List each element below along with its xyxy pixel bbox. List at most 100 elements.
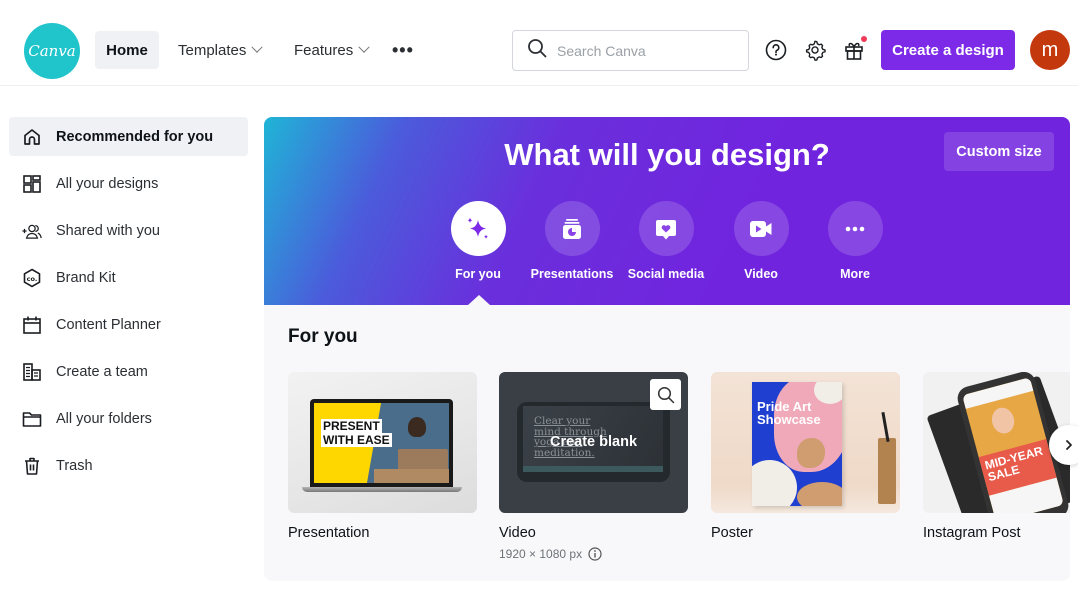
more-dots-icon: ••• [392,39,414,60]
home-icon [22,127,42,147]
card-label: Poster [711,525,753,541]
sidebar: Recommended for you All your designs Sha… [9,117,248,493]
svg-text:co.: co. [27,274,38,282]
section-title: For you [288,326,358,347]
thumb-text: Clear your [534,415,591,427]
category-circle [450,201,506,256]
create-design-button[interactable]: Create a design [881,30,1015,70]
search-icon [657,386,674,403]
design-card-presentation[interactable]: PRESENT WITH EASE Presentation [288,372,477,541]
category-label: Social media [627,267,705,281]
info-icon[interactable] [588,547,602,561]
folder-icon [22,409,42,429]
team-building-icon [22,362,42,382]
sidebar-item-label: Trash [56,457,93,474]
chevron-down-icon [358,41,370,53]
chevron-down-icon [251,41,264,53]
category-label: Presentations [530,267,614,281]
poster-thumbnail: Pride Art Showcase [711,372,900,513]
category-circle [544,201,600,256]
nav-features[interactable]: Features [294,31,370,69]
nav-home[interactable]: Home [95,31,159,69]
sidebar-item-folders[interactable]: All your folders [9,399,248,438]
active-tab-caret [468,295,490,305]
sidebar-item-all-designs[interactable]: All your designs [9,164,248,203]
calendar-icon [22,315,42,335]
presentation-thumbnail: PRESENT WITH EASE [288,372,477,513]
canva-logo[interactable]: Canva [24,23,80,79]
shared-people-icon [22,221,42,241]
category-video[interactable]: Video [716,201,806,281]
sidebar-item-label: All your folders [56,410,152,427]
search-input[interactable] [557,42,727,59]
category-label: Video [744,267,778,281]
nav-features-label: Features [294,41,354,59]
sidebar-item-label: Recommended for you [56,128,214,145]
sidebar-item-label: Brand Kit [56,269,116,286]
for-you-panel: For you PRESENT WITH EASE Presentation C… [264,305,1078,581]
category-label: More [840,267,870,281]
thumb-text: WITH EASE [321,433,392,447]
category-for-you[interactable]: For you [433,201,523,281]
category-more[interactable]: More [810,201,900,281]
sidebar-item-trash[interactable]: Trash [9,446,248,485]
category-label: For you [455,267,501,281]
nav-home-label: Home [106,41,148,59]
card-label: Presentation [288,525,370,541]
nav-templates[interactable]: Templates [178,31,264,69]
search-box[interactable] [512,30,749,71]
instagram-thumbnail: MID-YEAR SALE [923,372,1070,513]
chevron-right-icon [1066,440,1072,450]
settings-icon [805,40,826,61]
dimensions-text: 1920 × 1080 px [499,547,583,561]
thumb-text: Showcase [757,412,821,427]
help-button[interactable] [764,38,788,62]
sidebar-item-create-team[interactable]: Create a team [9,352,248,391]
brand-kit-icon: co. [22,268,42,288]
more-dots-icon [845,226,865,231]
notification-dot [861,36,867,42]
gift-button[interactable] [842,36,867,62]
grid-icon [22,174,42,194]
custom-size-button[interactable]: Custom size [944,132,1054,171]
logo-text: Canva [28,42,76,60]
settings-button[interactable] [803,38,827,62]
search-icon [527,38,547,63]
card-label: Video [499,525,536,541]
hero-banner: What will you design? Custom size For yo… [264,117,1070,305]
category-circle [827,201,883,256]
sidebar-item-label: Content Planner [56,316,161,333]
sidebar-item-content-planner[interactable]: Content Planner [9,305,248,344]
nav-templates-label: Templates [178,41,247,59]
top-bar: Canva Home Templates Features ••• Create… [0,0,1078,86]
design-card-video[interactable]: Clear your mind through yoga and meditat… [499,372,688,561]
sidebar-item-label: Create a team [56,363,148,380]
design-card-instagram-post[interactable]: MID-YEAR SALE Instagram Post [923,372,1070,541]
gift-icon [845,42,863,60]
help-icon [765,39,787,61]
nav-more-button[interactable]: ••• [392,31,414,69]
card-dimensions: 1920 × 1080 px [499,547,688,561]
sparkle-icon [467,217,488,239]
avatar-initial: m [1041,38,1059,61]
sidebar-item-label: All your designs [56,175,159,192]
preview-button[interactable] [650,379,681,410]
card-label: Instagram Post [923,525,1021,541]
sidebar-item-shared[interactable]: Shared with you [9,211,248,250]
heart-chat-icon [656,219,676,239]
category-social-media[interactable]: Social media [621,201,711,281]
category-circle [733,201,789,256]
category-circle [638,201,694,256]
video-camera-icon [750,220,772,237]
create-blank-overlay[interactable]: Create blank [499,434,688,450]
sidebar-item-brand-kit[interactable]: co. Brand Kit [9,258,248,297]
video-thumbnail: Clear your mind through yoga and meditat… [499,372,688,513]
sidebar-item-recommended[interactable]: Recommended for you [9,117,248,156]
category-presentations[interactable]: Presentations [527,201,617,281]
trash-icon [22,456,42,476]
presentation-icon [563,218,581,239]
design-card-poster[interactable]: Pride Art Showcase Poster [711,372,900,541]
thumb-text: PRESENT [321,419,382,433]
sidebar-item-label: Shared with you [56,222,160,239]
avatar[interactable]: m [1030,30,1070,70]
